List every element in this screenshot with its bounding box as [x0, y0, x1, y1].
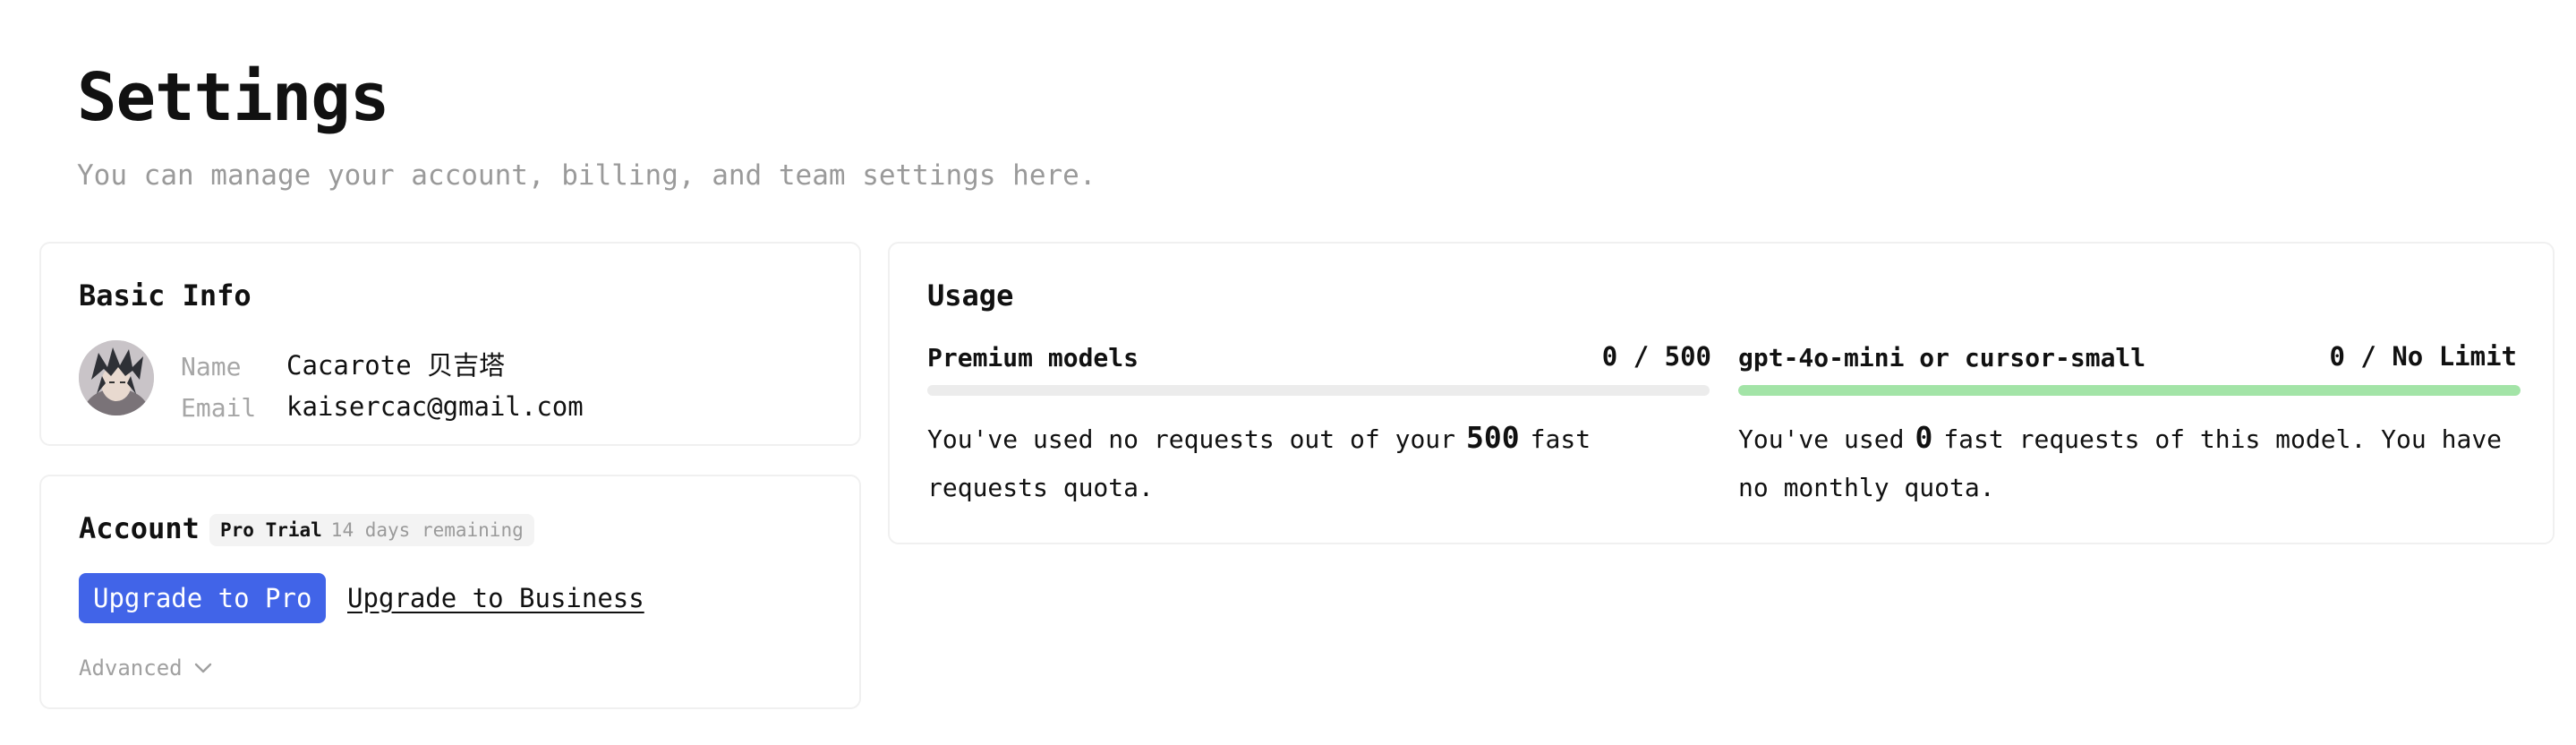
basic-info-title: Basic Info — [79, 278, 252, 313]
name-label: Name — [181, 352, 242, 381]
advanced-toggle[interactable]: Advanced — [79, 655, 213, 681]
advanced-label: Advanced — [79, 655, 183, 681]
settings-page: Settings You can manage your account, bi… — [0, 0, 2576, 745]
page-subtitle: You can manage your account, billing, an… — [77, 159, 1096, 192]
plan-remaining: 14 days remaining — [330, 519, 524, 541]
usage-card: Usage Premium models 0 / 500 You've used… — [888, 242, 2555, 544]
premium-models-label: Premium models — [927, 343, 1139, 372]
small-models-progress-fill — [1738, 385, 2521, 396]
upgrade-to-business-link[interactable]: Upgrade to Business — [347, 586, 644, 612]
email-label: Email — [181, 393, 257, 423]
upgrade-to-pro-button[interactable]: Upgrade to Pro — [79, 573, 327, 623]
small-models-progress — [1738, 385, 2521, 396]
small-models-used-number: 0 — [1915, 420, 1933, 455]
usage-title: Usage — [927, 278, 1014, 313]
premium-models-quota-number: 500 — [1466, 420, 1520, 455]
premium-models-description: You've used no requests out of your 500 fa… — [927, 414, 1697, 512]
plan-badge: Pro Trial 14 days remaining — [209, 514, 534, 546]
basic-info-card: Basic Info Name Cacarote 贝吉塔 Email kaise… — [39, 242, 861, 446]
name-value: Cacarote 贝吉塔 — [286, 350, 506, 381]
plan-name: Pro Trial — [220, 519, 322, 541]
email-value: kaisercac@gmail.com — [286, 391, 584, 422]
premium-models-text-before: You've used no requests out of your — [927, 424, 1456, 454]
premium-models-progress — [927, 385, 1710, 396]
page-title: Settings — [77, 59, 389, 136]
chevron-down-icon — [194, 663, 211, 673]
small-models-label: gpt-4o-mini or cursor-small — [1738, 343, 2146, 372]
account-card: Account Pro Trial 14 days remaining Upgr… — [39, 475, 861, 709]
small-models-text-before: You've used — [1738, 424, 1905, 454]
avatar-image — [79, 340, 154, 415]
premium-models-count: 0 / 500 — [1601, 341, 1711, 372]
small-models-description: You've used 0 fast requests of this model.… — [1738, 414, 2508, 512]
avatar — [79, 340, 154, 415]
account-title: Account — [79, 511, 200, 545]
small-models-count: 0 / No Limit — [2329, 341, 2517, 372]
